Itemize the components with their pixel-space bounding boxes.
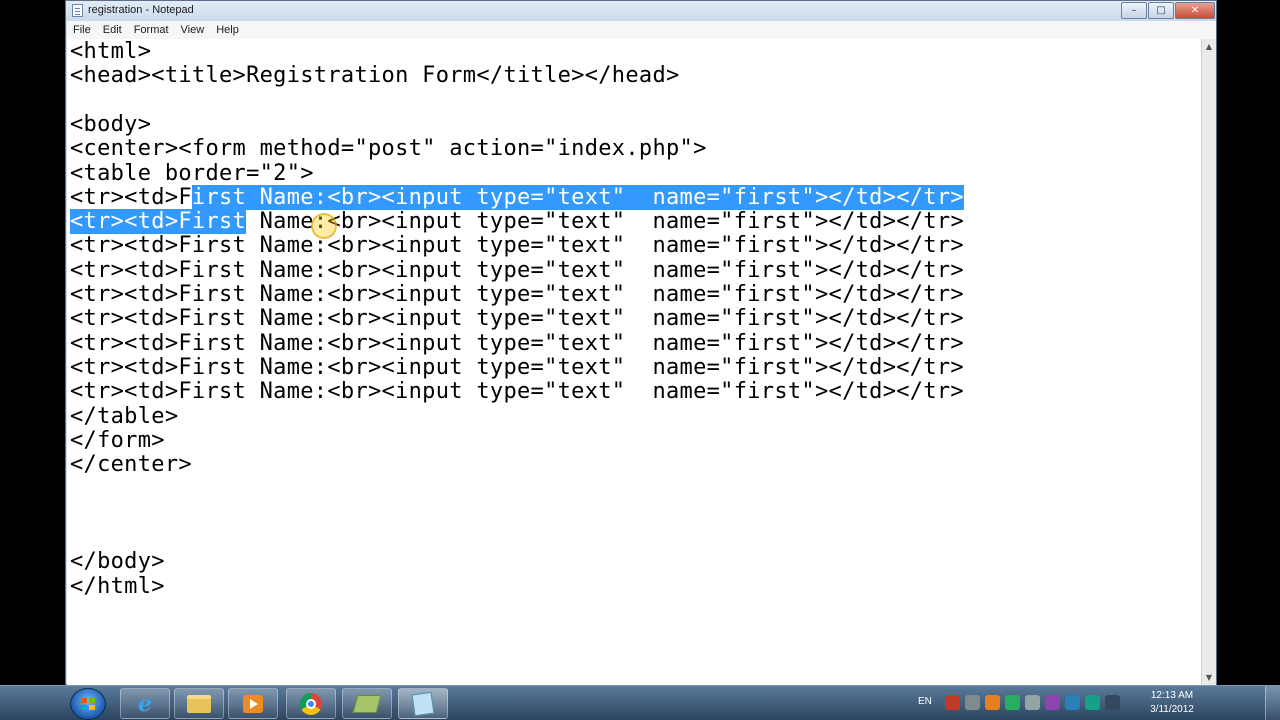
notepad-icon <box>411 691 435 716</box>
taskbar: e EN 12:13 AM 3/11/2012 <box>0 685 1280 720</box>
taskbar-chrome[interactable] <box>286 688 336 719</box>
code-line[interactable]: <html> <box>70 40 151 64</box>
scroll-down-icon[interactable]: ▼ <box>1202 670 1216 685</box>
clock-time: 12:13 AM <box>1150 690 1194 701</box>
system-tray <box>945 695 1120 710</box>
window-title: registration - Notepad <box>88 4 194 16</box>
vertical-scrollbar[interactable]: ▲ ▼ <box>1201 39 1216 685</box>
code-line[interactable]: <body> <box>70 112 151 137</box>
speaker-icon[interactable] <box>1105 695 1120 710</box>
taskbar-media-player[interactable] <box>228 688 278 719</box>
code-text: Name:<br><input type="text" name="first"… <box>246 209 964 235</box>
taskbar-notepad[interactable] <box>398 688 448 719</box>
language-indicator[interactable]: EN <box>918 696 932 707</box>
tray-flag-icon[interactable] <box>945 695 960 710</box>
selected-text: <tr><td>First <box>70 209 247 235</box>
notepad-window: registration - Notepad – □ ✕ File Edit F… <box>65 0 1217 685</box>
taskbar-stack-app[interactable] <box>342 688 392 719</box>
title-bar[interactable]: registration - Notepad – □ ✕ <box>66 1 1216 21</box>
code-line[interactable]: </table> <box>70 404 178 429</box>
minimize-button[interactable]: – <box>1121 2 1147 19</box>
code-line[interactable]: </center> <box>70 453 192 477</box>
menu-format[interactable]: Format <box>128 21 175 39</box>
code-line[interactable]: <tr><td>First Name:<br><input type="text… <box>70 307 964 331</box>
internet-explorer-icon: e <box>138 690 152 717</box>
clock-date: 3/11/2012 <box>1150 704 1194 715</box>
stack-icon <box>352 694 382 713</box>
menu-help[interactable]: Help <box>210 21 245 39</box>
close-button[interactable]: ✕ <box>1175 2 1215 19</box>
tray-monitor-icon[interactable] <box>1045 695 1060 710</box>
tray-update-icon[interactable] <box>1085 695 1100 710</box>
tray-device-icon[interactable] <box>1065 695 1080 710</box>
notepad-icon <box>72 4 83 17</box>
code-line[interactable]: </form> <box>70 428 165 453</box>
code-line[interactable]: <tr><td>First Name:<br><input type="text… <box>70 283 964 307</box>
code-line[interactable]: <center><form method="post" action="inde… <box>70 137 707 161</box>
start-button[interactable] <box>70 688 106 720</box>
menu-file[interactable]: File <box>67 21 97 39</box>
tray-app-icon[interactable] <box>985 695 1000 710</box>
code-line[interactable]: </body> <box>70 550 165 574</box>
code-line[interactable]: <tr><td>First Name:<br><input type="text… <box>70 209 964 235</box>
code-line[interactable]: <tr><td>First Name:<br><input type="text… <box>70 184 964 210</box>
code-line[interactable]: </html> <box>70 574 165 599</box>
tray-network-icon[interactable] <box>965 695 980 710</box>
maximize-button[interactable]: □ <box>1148 2 1174 19</box>
code-line[interactable]: <tr><td>First Name:<br><input type="text… <box>70 380 964 404</box>
tray-security-icon[interactable] <box>1005 695 1020 710</box>
folder-icon <box>187 694 211 713</box>
taskbar-explorer[interactable] <box>174 688 224 719</box>
tray-action-center-icon[interactable] <box>1025 695 1040 710</box>
code-line[interactable]: <head><title>Registration Form</title></… <box>70 64 680 88</box>
menu-view[interactable]: View <box>175 21 211 39</box>
show-desktop-button[interactable] <box>1265 686 1280 720</box>
code-line[interactable]: <table border="2"> <box>70 161 314 186</box>
media-player-icon <box>243 694 263 713</box>
window-controls: – □ ✕ <box>1120 2 1215 20</box>
taskbar-internet-explorer[interactable]: e <box>120 688 170 719</box>
code-line[interactable]: <tr><td>First Name:<br><input type="text… <box>70 355 964 380</box>
selected-text: irst Name:<br><input type="text" name="f… <box>191 184 964 210</box>
code-line[interactable]: <tr><td>First Name:<br><input type="text… <box>70 234 964 258</box>
text-editor[interactable]: </html> </body> </center> </form> </table> <t… <box>67 39 1201 685</box>
code-line[interactable]: <tr><td>First Name:<br><input type="text… <box>70 331 964 356</box>
scroll-up-icon[interactable]: ▲ <box>1202 39 1216 54</box>
mouse-cursor-highlight <box>311 213 337 239</box>
menu-edit[interactable]: Edit <box>97 21 128 39</box>
menu-bar: File Edit Format View Help <box>67 21 1216 39</box>
clock[interactable]: 12:13 AM 3/11/2012 <box>1142 689 1202 717</box>
code-line[interactable]: <tr><td>First Name:<br><input type="text… <box>70 258 964 283</box>
code-text: <tr><td>F <box>70 184 192 210</box>
chrome-icon <box>300 692 322 715</box>
